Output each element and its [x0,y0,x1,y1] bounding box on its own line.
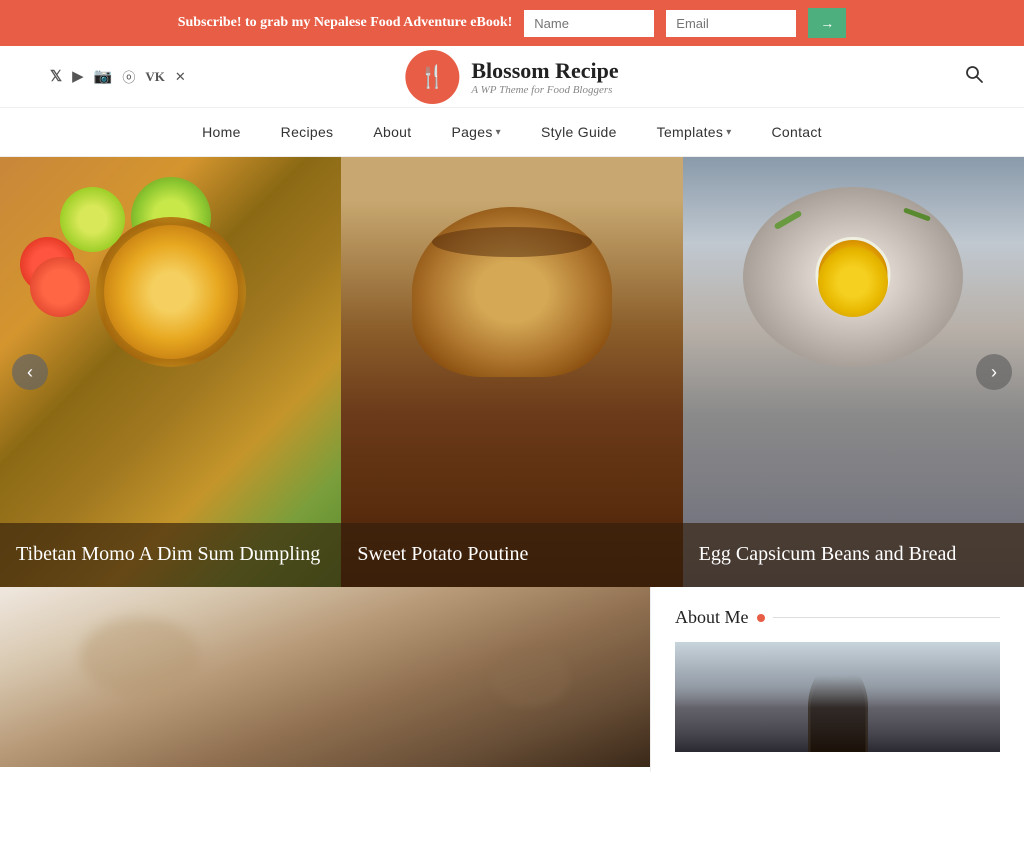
bottom-food-image [0,587,650,767]
about-me-header: About Me [675,607,1000,628]
slider-next-button[interactable]: › [976,354,1012,390]
instagram-icon[interactable]: 📷 [94,67,113,86]
nav-pages[interactable]: Pages ▾ [431,108,521,156]
slide-3-caption: Egg Capsicum Beans and Bread [683,523,1024,587]
bottom-image-area [0,587,650,767]
banner-submit-button[interactable]: → [808,8,846,38]
nav-contact[interactable]: Contact [752,108,842,156]
top-banner: Subscribe! to grab my Nepalese Food Adve… [0,0,1024,46]
about-me-dot [757,614,765,622]
vk-icon[interactable]: VK [145,69,165,85]
search-icon [964,64,984,84]
odnoklassniki-icon[interactable]: ⓞ [122,67,135,86]
site-header:  𝕏 ▶ 📷 ⓞ VK ✕ 🍴 Blossom Recipe A WP The… [0,46,1024,108]
xing-icon[interactable]: ✕ [175,69,186,85]
slide-2[interactable]: Sweet Potato Poutine [341,157,682,587]
youtube-icon[interactable]: ▶ [72,67,84,86]
slide-1[interactable]: Tibetan Momo A Dim Sum Dumpling [0,157,341,587]
logo-circle: 🍴 [405,50,459,104]
slide-1-title: Tibetan Momo A Dim Sum Dumpling [16,541,325,567]
nav-home[interactable]: Home [182,108,261,156]
fork-icon: 🍴 [419,64,446,90]
banner-email-input[interactable] [666,10,796,37]
nav-style-guide[interactable]: Style Guide [521,108,637,156]
slide-2-title: Sweet Potato Poutine [357,541,666,567]
nav-about[interactable]: About [353,108,431,156]
slide-3-title: Egg Capsicum Beans and Bread [699,541,1008,567]
slider-prev-button[interactable]: ‹ [12,354,48,390]
banner-text: Subscribe! to grab my Nepalese Food Adve… [178,15,513,31]
social-icons:  𝕏 ▶ 📷 ⓞ VK ✕ [40,67,186,86]
templates-dropdown-icon: ▾ [726,127,731,138]
nav-recipes[interactable]: Recipes [261,108,354,156]
site-subtitle: A WP Theme for Food Bloggers [471,84,618,96]
slide-1-caption: Tibetan Momo A Dim Sum Dumpling [0,523,341,587]
bottom-section: About Me [0,587,1024,772]
about-me-image [675,642,1000,752]
sidebar-about: About Me [650,587,1024,772]
slider-section: ‹ Tibetan Momo A Dim Sum Dumpling Sweet … [0,157,1024,587]
main-nav: Home Recipes About Pages ▾ Style Guide T… [0,108,1024,157]
twitter-icon[interactable]: 𝕏 [50,67,62,86]
search-button[interactable] [964,64,984,89]
banner-name-input[interactable] [524,10,654,37]
logo-area: 🍴 Blossom Recipe A WP Theme for Food Blo… [405,50,618,104]
about-me-label: About Me [675,607,749,628]
nav-templates[interactable]: Templates ▾ [637,108,752,156]
site-title: Blossom Recipe [471,58,618,84]
slide-3[interactable]: Egg Capsicum Beans and Bread [683,157,1024,587]
slide-2-caption: Sweet Potato Poutine [341,523,682,587]
pages-dropdown-icon: ▾ [496,127,501,138]
logo-text: Blossom Recipe A WP Theme for Food Blogg… [471,58,618,96]
